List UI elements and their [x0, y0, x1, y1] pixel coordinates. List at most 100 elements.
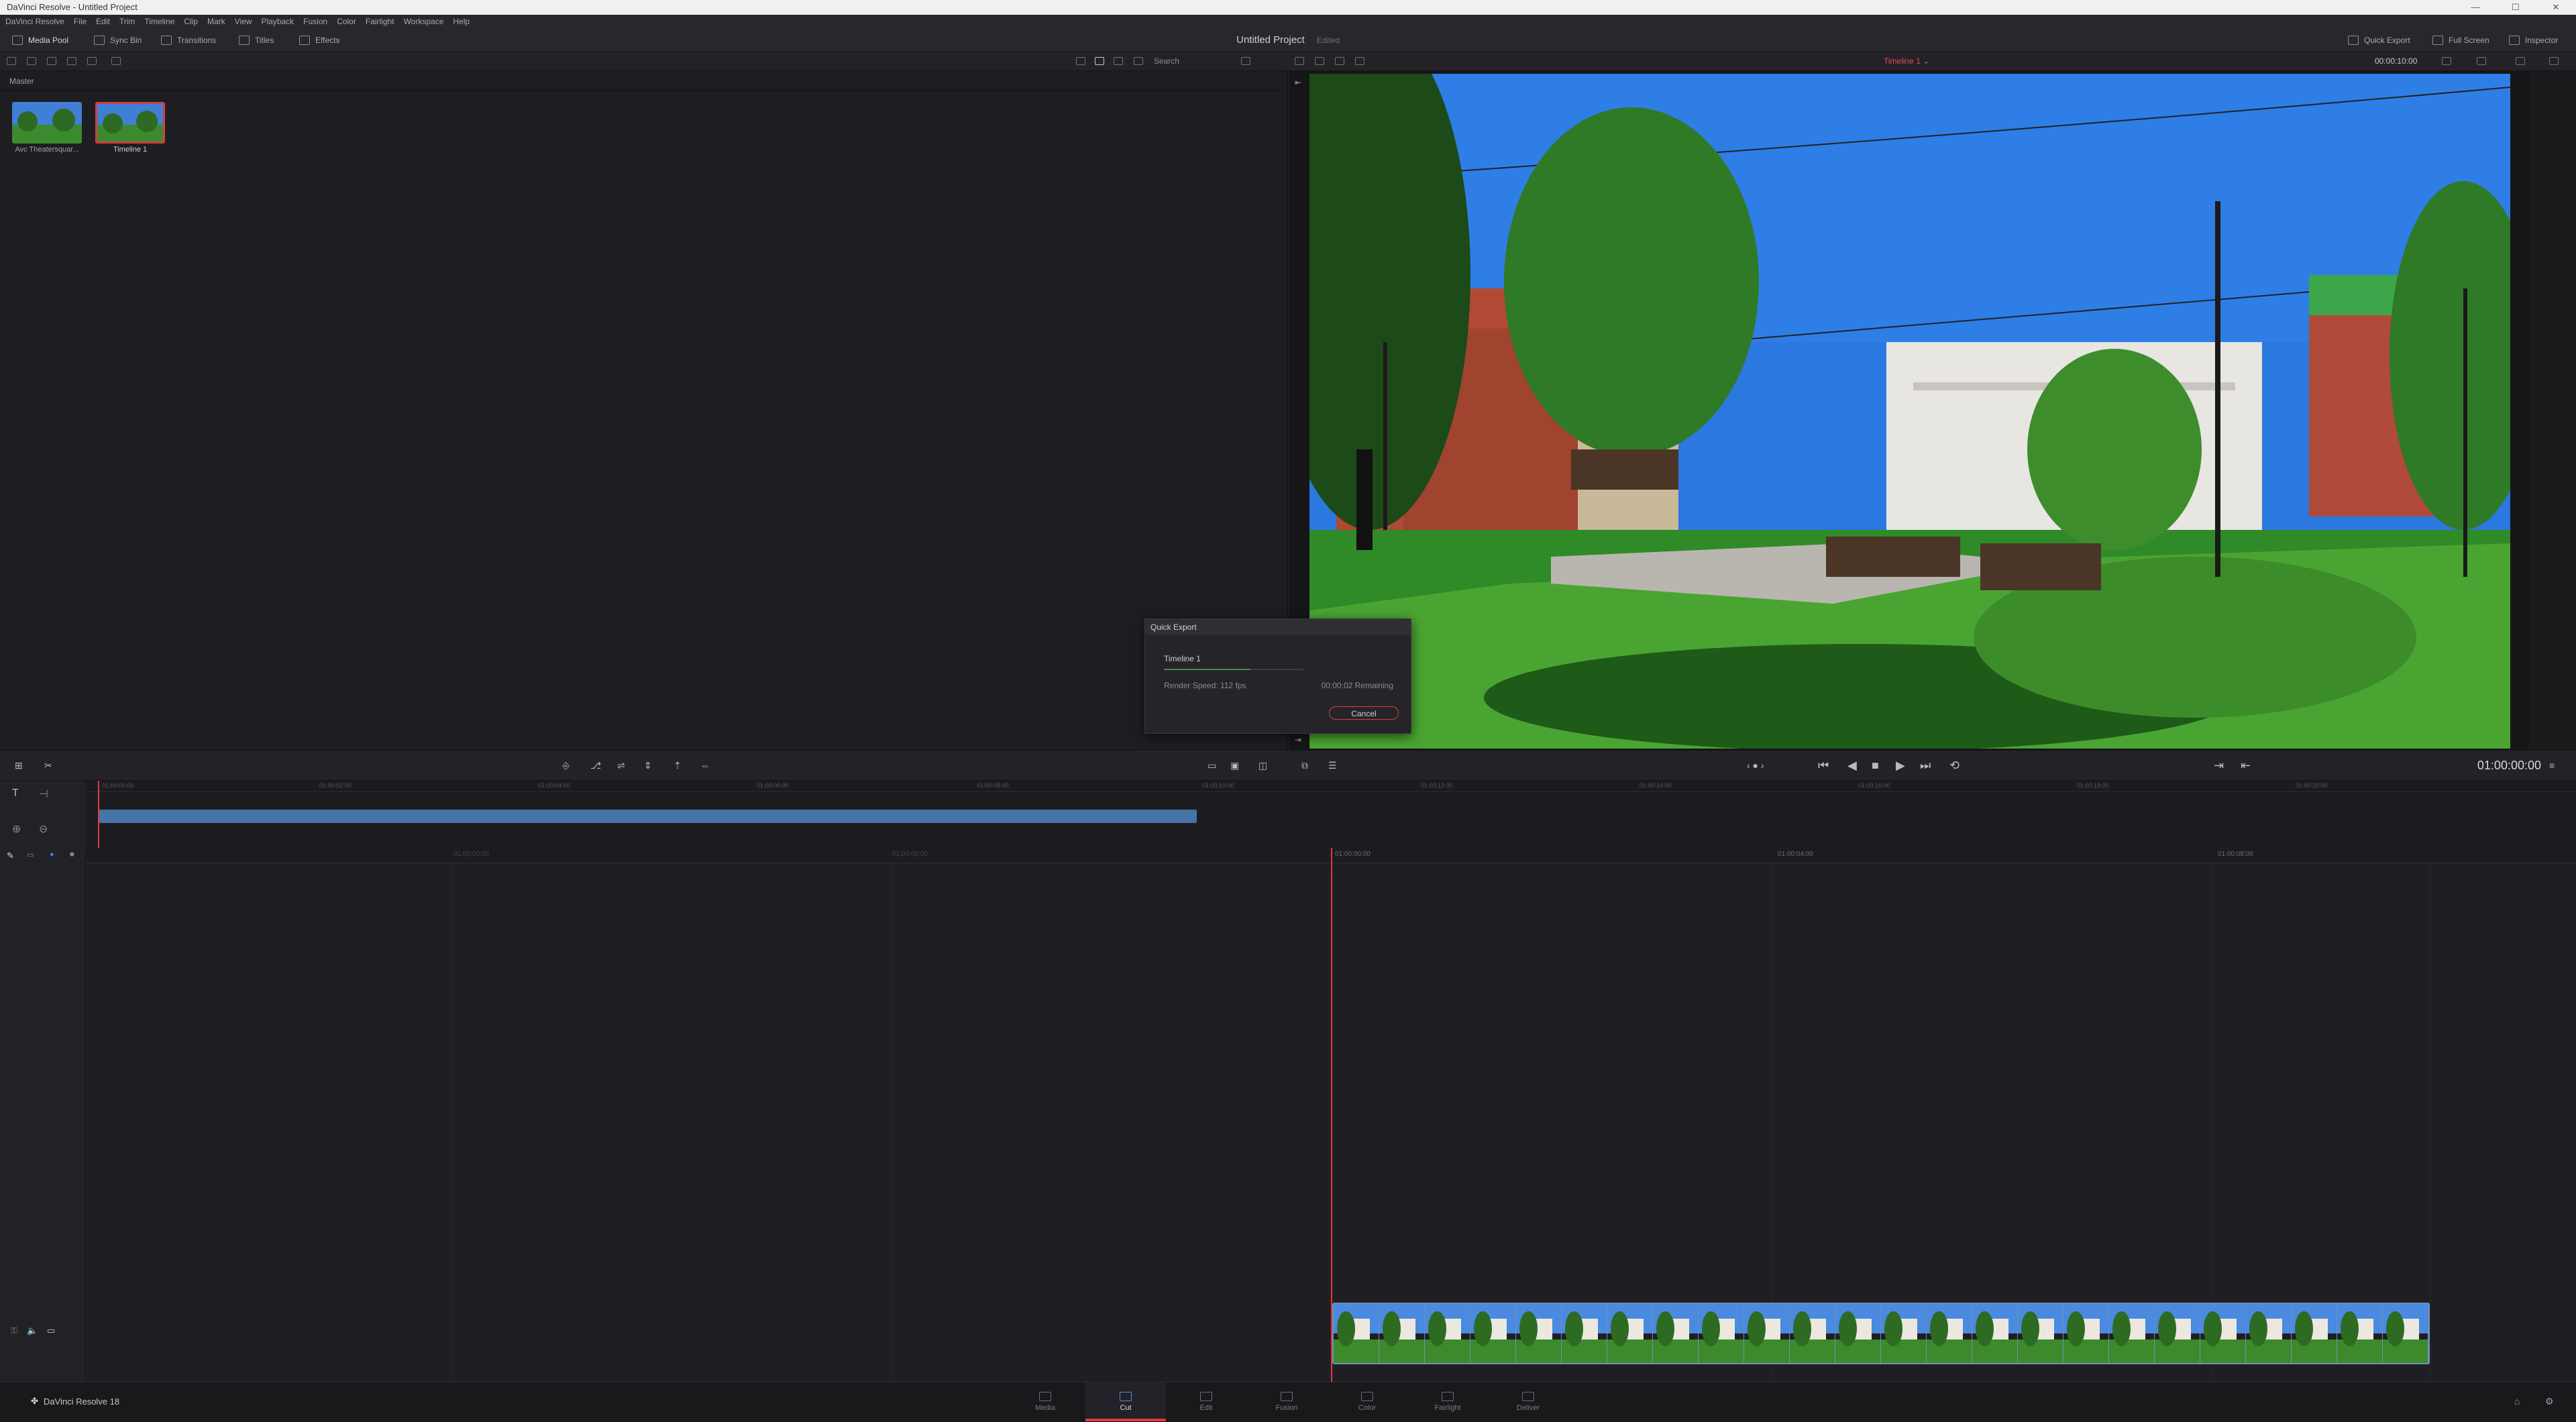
page-tab-media[interactable]: Media [1005, 1382, 1085, 1421]
timeline-tools-icon[interactable]: ⊞ [15, 757, 23, 773]
viewer-settings-icon[interactable]: ☰ [1328, 757, 1337, 773]
mark-out-icon[interactable]: ⇤ [2241, 757, 2251, 773]
sort-icon[interactable] [1134, 57, 1143, 65]
list-view-icon[interactable] [1114, 57, 1123, 65]
skip-to-start-icon[interactable]: ⏮ [1818, 757, 1829, 773]
effects-button[interactable]: Effects [299, 28, 339, 52]
source-overwrite-icon[interactable]: ⇔ [700, 757, 710, 773]
place-on-top-icon[interactable]: ⇡ [674, 757, 682, 773]
stop-icon[interactable]: ■ [1872, 757, 1879, 773]
timeline-view-icon[interactable]: ▣ [1230, 757, 1239, 773]
audio-icon[interactable]: 🔈 [27, 1325, 38, 1336]
bin-name[interactable]: Master [9, 76, 34, 86]
gear-icon[interactable]: ⚙ [2545, 1396, 2554, 1407]
lock-icon[interactable]: ⚿ [11, 1325, 17, 1336]
transform-icon[interactable] [2477, 57, 2486, 65]
new-timeline-icon[interactable] [67, 57, 76, 65]
search-input[interactable]: Search [1154, 56, 1179, 66]
jog-control[interactable]: ‹ ● › [1747, 757, 1764, 773]
delete-icon[interactable] [111, 57, 121, 65]
page-tab-color[interactable]: Color [1327, 1382, 1407, 1421]
playhead[interactable] [1331, 848, 1332, 1382]
inspector-button[interactable]: Inspector [2509, 28, 2558, 52]
sort-menu-icon[interactable] [1241, 57, 1250, 65]
play-reverse-icon[interactable]: ◀ [1847, 757, 1857, 773]
mark-in-icon[interactable]: ⇥ [2214, 757, 2224, 773]
sync-icon[interactable] [87, 57, 97, 65]
menu-workspace[interactable]: Workspace [404, 15, 444, 28]
upper-ruler[interactable]: 01:00:00:00 01:00:02:00 01:00:04:00 01:0… [86, 781, 2576, 792]
loop-icon[interactable]: ⟲ [1949, 757, 1960, 773]
panel-toggle-icon[interactable] [7, 57, 16, 65]
page-tab-deliver[interactable]: Deliver [1488, 1382, 1568, 1421]
page-tab-cut[interactable]: Cut [1085, 1382, 1166, 1421]
page-tab-fusion[interactable]: Fusion [1246, 1382, 1327, 1421]
maximize-button[interactable]: ☐ [2496, 0, 2536, 15]
timeline-clip[interactable] [1332, 1303, 2430, 1364]
viewer-split-icon[interactable]: ◫ [1258, 757, 1267, 773]
menu-edit[interactable]: Edit [96, 15, 110, 28]
strip-view-icon[interactable] [1076, 57, 1085, 65]
full-screen-button[interactable]: Full Screen [2432, 28, 2489, 52]
trim-tool-icon[interactable]: ⊣ [39, 787, 48, 801]
thumbnail-view-icon[interactable] [1095, 57, 1104, 65]
media-clip-video[interactable]: Avc Theatersquar... [12, 102, 82, 154]
go-to-out-icon[interactable]: ⇥ [1295, 735, 1301, 745]
timeline-selector[interactable]: Timeline 1 ⌄ [1884, 56, 1929, 66]
page-tab-edit[interactable]: Edit [1166, 1382, 1246, 1421]
timeline-options-icon[interactable]: ✎ [7, 851, 14, 861]
cancel-button[interactable]: Cancel [1329, 706, 1399, 720]
audio-track-icon[interactable]: ▭ [27, 851, 34, 859]
menu-timeline[interactable]: Timeline [144, 15, 174, 28]
menu-clip[interactable]: Clip [184, 15, 198, 28]
smart-insert-icon[interactable]: ⎆ [562, 757, 570, 773]
layout-icon[interactable] [1335, 57, 1344, 65]
zoom-out-icon[interactable]: ⊖ [39, 822, 48, 836]
viewer-options-icon[interactable] [1355, 57, 1364, 65]
ripple-overwrite-icon[interactable]: ⇌ [617, 757, 625, 773]
timeline-overview-clip[interactable] [98, 810, 1197, 823]
play-icon[interactable]: ▶ [1896, 757, 1905, 773]
options-menu-icon[interactable]: ≡ [2549, 757, 2555, 773]
razor-icon[interactable]: ✂ [44, 757, 52, 773]
source-tape-icon[interactable]: ▭ [1208, 757, 1216, 773]
video-track-icon[interactable]: ▭ [47, 1325, 55, 1336]
track-color-icon[interactable]: ■ [70, 851, 74, 859]
quick-export-button[interactable]: Quick Export [2348, 28, 2410, 52]
close-up-icon[interactable]: ⇕ [644, 757, 652, 773]
monitor-icon[interactable] [2516, 57, 2525, 65]
sync-bin-button[interactable]: Sync Bin [94, 28, 142, 52]
page-tab-fairlight[interactable]: Fairlight [1407, 1382, 1488, 1421]
viewer-mode-icon[interactable] [1295, 57, 1304, 65]
playhead[interactable] [98, 781, 99, 848]
go-to-in-icon[interactable]: ⇤ [1295, 78, 1301, 87]
marker-icon[interactable]: ● [50, 851, 54, 859]
menu-fairlight[interactable]: Fairlight [366, 15, 394, 28]
new-bin-icon[interactable] [47, 57, 56, 65]
menu-file[interactable]: File [74, 15, 87, 28]
volume-icon[interactable] [2549, 57, 2559, 65]
titles-button[interactable]: Titles [239, 28, 274, 52]
close-button[interactable]: ✕ [2536, 0, 2576, 15]
menu-trim[interactable]: Trim [119, 15, 136, 28]
menu-playback[interactable]: Playback [261, 15, 294, 28]
menu-help[interactable]: Help [453, 15, 470, 28]
menu-view[interactable]: View [235, 15, 252, 28]
viewer-source-icon[interactable]: ⧉ [1301, 757, 1308, 773]
menu-davinci[interactable]: DaVinci Resolve [5, 15, 64, 28]
transitions-button[interactable]: Transitions [161, 28, 216, 52]
media-clip-timeline[interactable]: Timeline 1 [95, 102, 165, 154]
zoom-in-icon[interactable]: ⊕ [12, 822, 21, 836]
minimize-button[interactable]: — [2455, 0, 2496, 15]
skip-to-end-icon[interactable]: ⏭ [1920, 757, 1931, 773]
append-icon[interactable]: ⎇ [590, 757, 601, 773]
safe-area-icon[interactable] [1315, 57, 1324, 65]
audio-menu-icon[interactable] [2442, 57, 2451, 65]
media-pool-button[interactable]: Media Pool [12, 28, 68, 52]
menu-mark[interactable]: Mark [207, 15, 225, 28]
menu-color[interactable]: Color [337, 15, 356, 28]
selection-tool-icon[interactable]: T [12, 787, 19, 800]
import-icon[interactable] [27, 57, 36, 65]
menu-fusion[interactable]: Fusion [303, 15, 327, 28]
home-icon[interactable]: ⌂ [2514, 1396, 2520, 1407]
